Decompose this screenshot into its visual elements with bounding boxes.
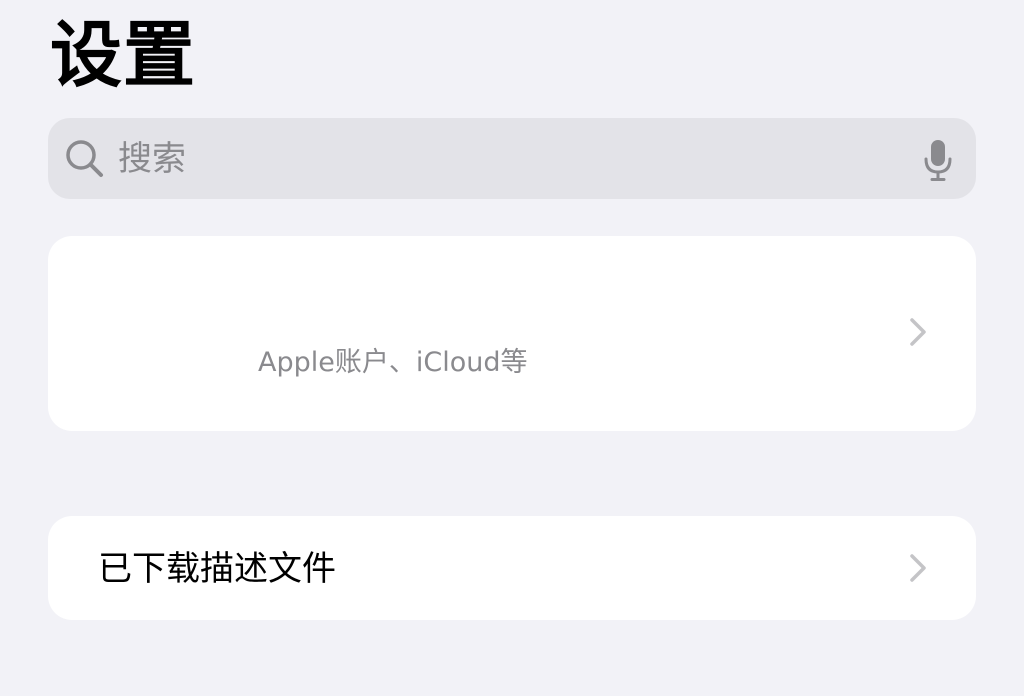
downloaded-profiles-label: 已下载描述文件	[98, 549, 336, 589]
apple-account-subtitle: Apple账户、iCloud等	[258, 347, 528, 378]
microphone-icon[interactable]	[922, 138, 954, 182]
search-input[interactable]	[118, 133, 898, 185]
page-title: 设置	[50, 13, 197, 97]
apple-account-card[interactable]	[48, 236, 976, 431]
chevron-right-icon	[910, 318, 926, 346]
search-icon	[66, 140, 103, 177]
chevron-right-icon	[910, 554, 926, 582]
